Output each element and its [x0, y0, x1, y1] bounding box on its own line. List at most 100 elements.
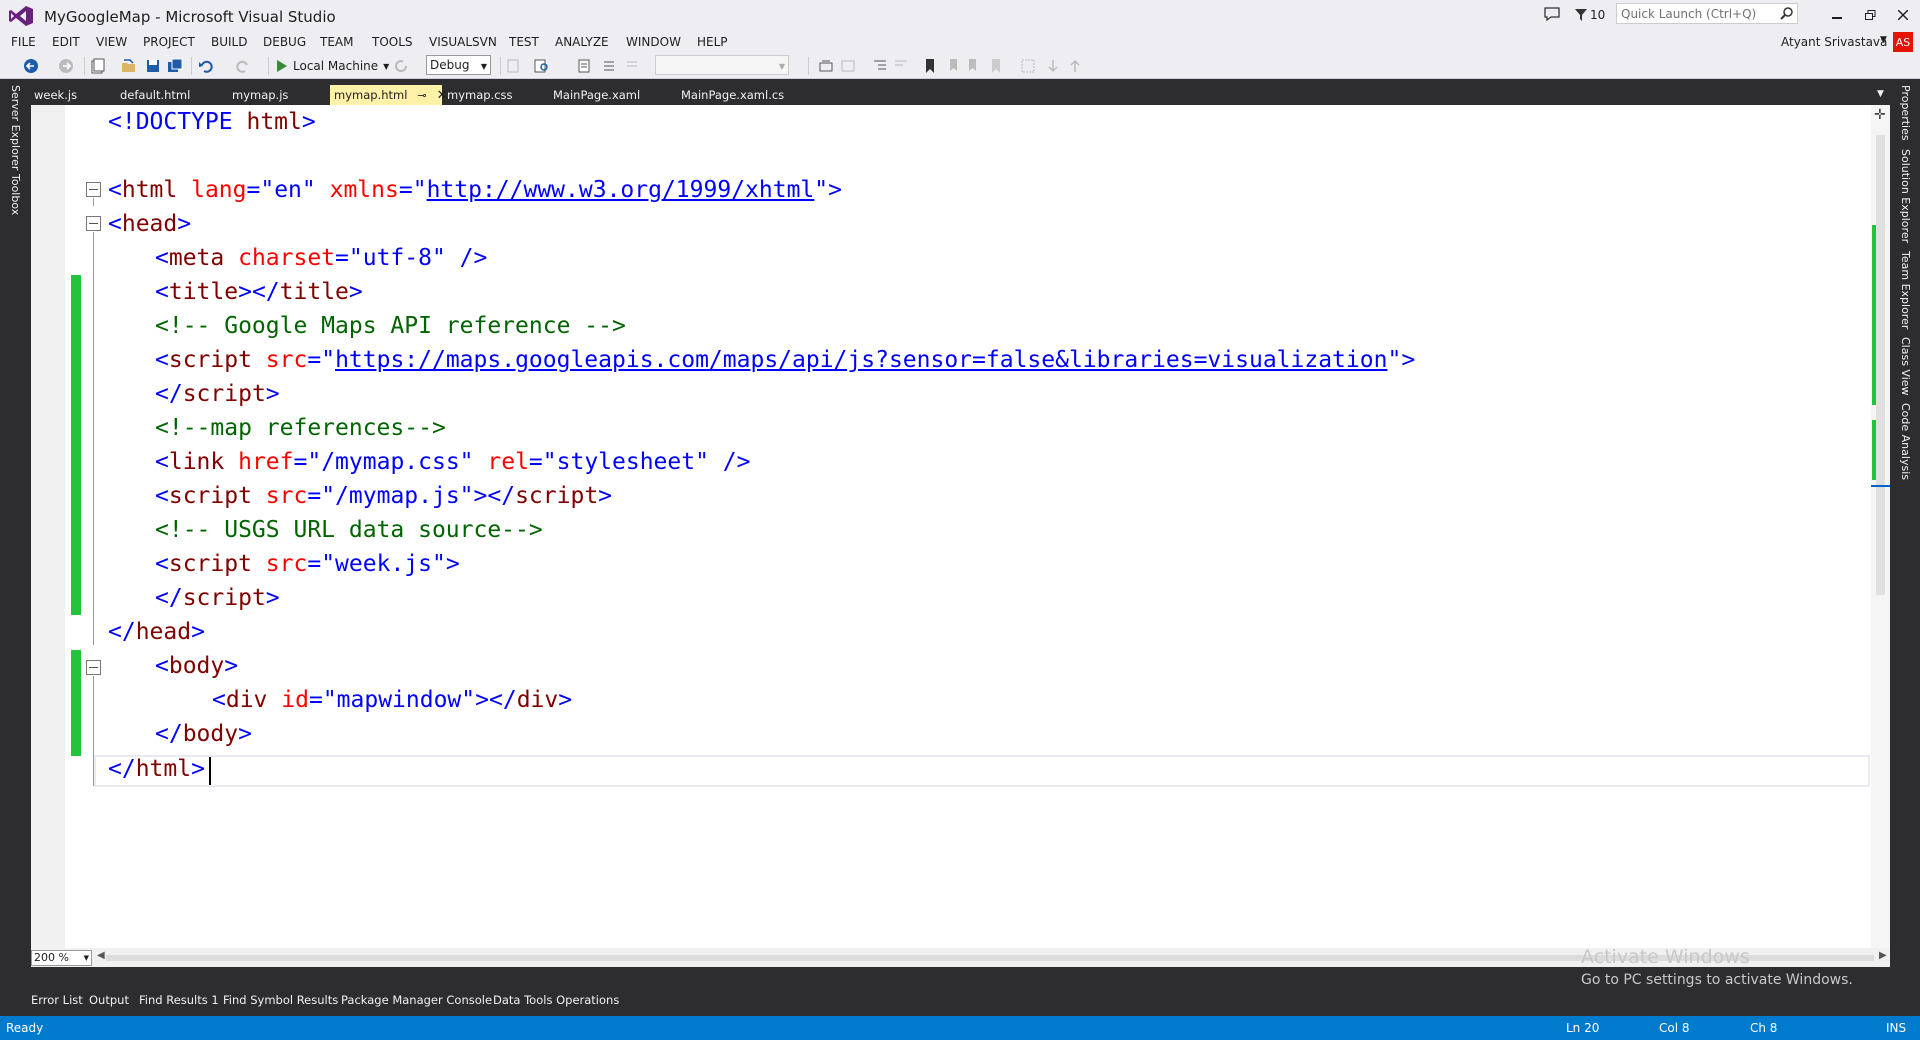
close-icon	[1898, 10, 1908, 20]
tab-data-tools-operations[interactable]: Data Tools Operations	[493, 993, 619, 1007]
start-debugging-button[interactable]: Local Machine ▼	[276, 56, 389, 76]
collapse-icon[interactable]	[86, 216, 101, 231]
next-bookmark-icon[interactable]	[966, 58, 982, 74]
toolbox-tab[interactable]: Toolbox	[9, 174, 22, 215]
menu-file[interactable]: FILE	[11, 35, 36, 49]
save-icon[interactable]	[145, 58, 161, 74]
menu-build[interactable]: BUILD	[211, 35, 247, 49]
token: "	[321, 347, 336, 373]
properties-tab[interactable]: Properties	[1899, 85, 1912, 141]
quick-launch-input[interactable]: Quick Launch (Ctrl+Q)	[1616, 3, 1798, 24]
token: >	[1401, 347, 1416, 373]
tab-mainpage-xaml[interactable]: MainPage.xaml	[549, 85, 675, 105]
undo-icon[interactable]	[198, 58, 214, 74]
close-window-button[interactable]	[1889, 4, 1917, 26]
tab-default-html[interactable]: default.html	[116, 85, 228, 105]
code-line-1: <!DOCTYPE html>	[108, 105, 316, 139]
menu-team[interactable]: TEAM	[320, 35, 353, 49]
restore-icon	[1864, 9, 1875, 20]
tab-find-symbol-results[interactable]: Find Symbol Results	[223, 993, 338, 1007]
redo-icon[interactable]	[235, 58, 251, 74]
new-project-icon[interactable]	[90, 58, 106, 74]
class-view-tab[interactable]: Class View	[1899, 337, 1912, 396]
scroll-right-icon[interactable]: ▶	[1879, 950, 1887, 961]
arrow-up-icon[interactable]	[1067, 58, 1083, 74]
token: head	[121, 211, 178, 237]
restore-button[interactable]	[1856, 4, 1884, 26]
token: >	[828, 177, 843, 203]
save-all-icon[interactable]	[167, 58, 183, 74]
menu-window[interactable]: WINDOW	[626, 35, 681, 49]
find-combo[interactable]: ▼	[655, 55, 789, 75]
navigate-back-icon[interactable]	[23, 58, 39, 74]
chevron-down-icon[interactable]: ▼	[1880, 35, 1887, 45]
prev-bookmark-icon[interactable]	[944, 58, 960, 74]
scroll-left-icon[interactable]: ◀	[97, 950, 105, 961]
format-document-icon[interactable]	[818, 58, 834, 74]
attach-icon[interactable]	[505, 58, 521, 74]
open-file-icon[interactable]	[121, 58, 137, 74]
collapse-icon[interactable]	[86, 660, 101, 675]
change-marker	[71, 650, 81, 756]
tab-mymap-css[interactable]: mymap.css	[443, 85, 543, 105]
menu-analyze[interactable]: ANALYZE	[555, 35, 609, 49]
code-editor[interactable]: <!DOCTYPE html> <html lang="en" xmlns="h…	[31, 105, 1871, 948]
outdent-icon[interactable]	[893, 58, 909, 74]
comment-icon[interactable]	[601, 58, 617, 74]
pin-icon[interactable]: ⊸	[417, 89, 426, 102]
menu-project[interactable]: PROJECT	[143, 35, 195, 49]
vertical-scrollbar[interactable]: ✛	[1871, 105, 1890, 948]
new-item-icon[interactable]	[576, 58, 592, 74]
url-link[interactable]: https://maps.googleapis.com/maps/api/js?…	[335, 347, 1387, 373]
collapse-icon[interactable]	[86, 182, 101, 197]
menu-debug[interactable]: DEBUG	[263, 35, 306, 49]
navigate-forward-icon[interactable]	[58, 58, 74, 74]
tab-package-manager-console[interactable]: Package Manager Console	[341, 993, 492, 1007]
activation-watermark-title: Activate Windows	[1581, 946, 1750, 968]
tab-overflow-icon[interactable]: ▼	[1877, 89, 1884, 99]
find-in-files-icon[interactable]	[534, 58, 550, 74]
menu-tools[interactable]: TOOLS	[372, 35, 413, 49]
status-column: Col 8	[1659, 1021, 1690, 1035]
tab-week-js[interactable]: week.js	[30, 85, 114, 105]
tab-output[interactable]: Output	[89, 993, 129, 1007]
menu-view[interactable]: VIEW	[96, 35, 127, 49]
url-link[interactable]: http://www.w3.org/1999/xhtml	[427, 177, 815, 203]
arrow-down-icon[interactable]	[1045, 58, 1061, 74]
uncomment-icon[interactable]	[624, 58, 640, 74]
code-line-15: </script>	[155, 581, 280, 615]
solution-configuration-select[interactable]: Debug ▼	[426, 55, 491, 75]
code-line-20: </html>	[108, 752, 205, 786]
zoom-select[interactable]: 200 % ▼	[31, 950, 92, 966]
tab-mymap-js[interactable]: mymap.js	[228, 85, 328, 105]
menu-visualsvn[interactable]: VISUALSVN	[429, 35, 497, 49]
configuration-value: Debug	[430, 58, 470, 72]
bookmark-icon[interactable]	[922, 58, 938, 74]
menu-help[interactable]: HELP	[697, 35, 728, 49]
scrollbar-thumb[interactable]	[1876, 135, 1885, 595]
text-caret	[209, 757, 211, 785]
solution-explorer-tab[interactable]: Solution Explorer	[1899, 149, 1912, 243]
tab-mymap-html[interactable]: mymap.html ⊸ ✕	[330, 85, 448, 105]
token: script	[182, 585, 266, 611]
user-name[interactable]: Atyant Srivastava	[1781, 35, 1887, 49]
menu-edit[interactable]: EDIT	[52, 35, 80, 49]
server-explorer-tab[interactable]: Server Explorer	[9, 85, 22, 170]
outline-icon[interactable]	[840, 58, 856, 74]
code-analysis-tab[interactable]: Code Analysis	[1899, 403, 1912, 480]
tab-mainpage-xaml-cs[interactable]: MainPage.xaml.cs	[677, 85, 817, 105]
team-explorer-tab[interactable]: Team Explorer	[1899, 251, 1912, 329]
feedback-filter[interactable]: 10	[1575, 6, 1605, 24]
refresh-icon[interactable]	[393, 58, 409, 74]
tab-find-results-1[interactable]: Find Results 1	[139, 993, 219, 1007]
tab-error-list[interactable]: Error List	[31, 993, 83, 1007]
indent-icon[interactable]	[872, 58, 888, 74]
select-icon[interactable]	[1020, 58, 1036, 74]
clear-bookmarks-icon[interactable]	[988, 58, 1004, 74]
minimize-button[interactable]	[1823, 4, 1851, 26]
avatar[interactable]: AS	[1893, 32, 1913, 52]
notification-icon[interactable]	[1543, 5, 1561, 23]
split-view-icon[interactable]: ✛	[1874, 107, 1886, 123]
toolbar-separator	[191, 57, 192, 75]
menu-test[interactable]: TEST	[509, 35, 539, 49]
